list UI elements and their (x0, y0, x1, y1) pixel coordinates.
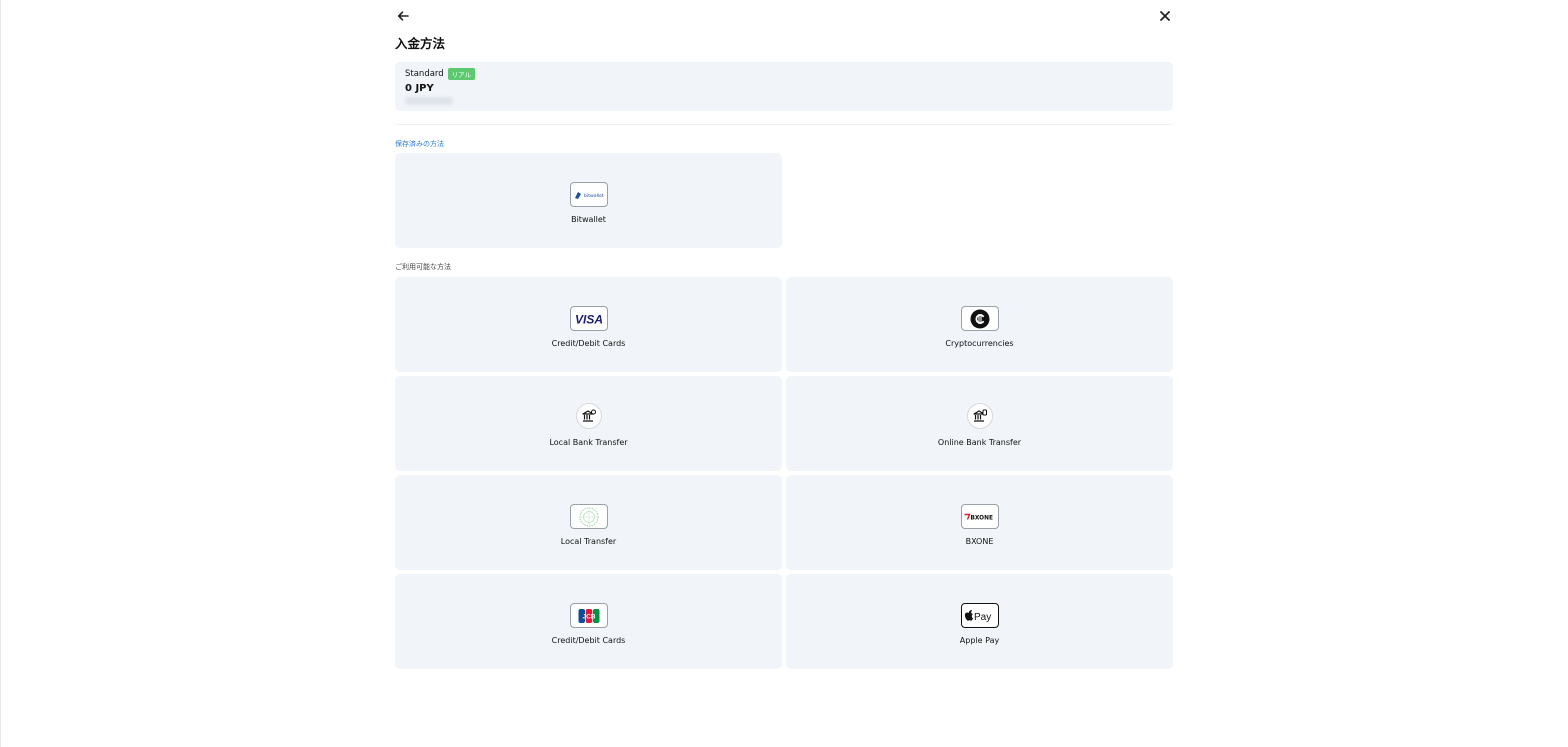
method-card-apple-pay[interactable]: Pay Apple Pay (786, 574, 1173, 669)
method-label: Credit/Debit Cards (551, 339, 626, 348)
saved-methods-heading: 保存済みの方法 (395, 140, 444, 148)
back-arrow-icon[interactable] (395, 8, 411, 24)
svg-text:Pay: Pay (974, 612, 991, 623)
divider (395, 124, 1173, 125)
apple-pay-logo-icon: Pay (961, 603, 999, 628)
svg-text:bitwallet: bitwallet (584, 193, 604, 199)
method-card-bitwallet[interactable]: bitwallet Bitwallet (395, 153, 782, 248)
account-number-redacted (405, 97, 453, 105)
jcb-logo-icon: JCB (570, 603, 608, 628)
method-label: Credit/Debit Cards (551, 636, 626, 645)
available-methods-heading: ご利用可能な方法 (395, 263, 451, 271)
method-label: Local Bank Transfer (549, 438, 628, 447)
method-label: BXONE (965, 537, 994, 546)
bank-transfer-icon (576, 403, 602, 429)
account-type-badge: リアル (447, 68, 476, 80)
online-bank-icon (967, 403, 993, 429)
account-balance: 0 JPY (405, 83, 434, 94)
method-card-online-bank-transfer[interactable]: Online Bank Transfer (786, 376, 1173, 471)
deposit-methods-panel: 入金方法 Standard リアル 0 JPY 保存済みの方法 bitwalle… (395, 0, 1173, 669)
close-icon[interactable] (1157, 8, 1173, 24)
crypto-logo-icon (961, 306, 999, 331)
method-label: Bitwallet (571, 215, 606, 224)
method-label: Apple Pay (959, 636, 1000, 645)
bxone-logo-icon: BXONE (961, 504, 999, 529)
method-card-crypto[interactable]: Cryptocurrencies (786, 277, 1173, 372)
bitwallet-logo-icon: bitwallet (570, 182, 608, 207)
method-card-local-bank-transfer[interactable]: Local Bank Transfer (395, 376, 782, 471)
method-card-visa[interactable]: VISA Credit/Debit Cards (395, 277, 782, 372)
window-edge (0, 0, 1, 747)
method-label: Cryptocurrencies (945, 339, 1014, 348)
top-bar (395, 0, 1173, 32)
svg-text:VISA: VISA (575, 312, 603, 326)
method-label: Online Bank Transfer (937, 438, 1022, 447)
page-title: 入金方法 (395, 36, 446, 51)
local-transfer-logo-icon (570, 504, 608, 529)
svg-text:JCB: JCB (582, 613, 595, 620)
method-label: Local Transfer (560, 537, 617, 546)
account-name: Standard (405, 69, 444, 79)
method-card-bxone[interactable]: BXONE BXONE (786, 475, 1173, 570)
svg-text:BXONE: BXONE (971, 515, 993, 521)
account-summary-card: Standard リアル 0 JPY (395, 62, 1173, 111)
method-card-local-transfer[interactable]: Local Transfer (395, 475, 782, 570)
visa-logo-icon: VISA (570, 306, 608, 331)
method-card-jcb[interactable]: JCB Credit/Debit Cards (395, 574, 782, 669)
